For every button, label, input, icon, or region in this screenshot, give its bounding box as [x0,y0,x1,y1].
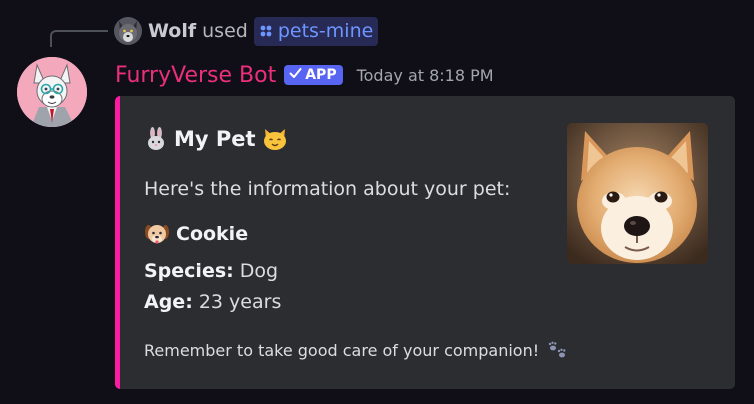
interaction-reference[interactable]: Wolf used pets-mine [114,14,379,48]
age-value: 23 years [198,291,282,313]
check-icon [289,67,302,83]
interaction-user[interactable]: Wolf [148,20,196,42]
app-badge: APP [284,65,343,85]
message-header: FurryVerse Bot APP Today at 8:18 PM [115,58,494,92]
embed-title-text: My Pet [174,127,256,151]
age-field: Age: 23 years [144,291,281,313]
age-label: Age: [144,291,193,313]
paw-prints-emoji [547,340,569,360]
rabbit-face-emoji [144,127,168,151]
footer-text: Remember to take good care of your compa… [144,340,540,360]
pet-name-row: Cookie [144,222,248,246]
species-field: Species: Dog [144,260,278,282]
pet-thumbnail-image[interactable] [567,123,708,264]
embed-card: My Pet Here's the information about your… [115,96,735,389]
slash-command-icon [259,24,273,38]
pet-name: Cookie [176,223,249,245]
reply-spine [50,30,108,47]
badge-label: APP [305,67,337,83]
chat-message: Wolf used pets-mine FurryVerse Bot APP T… [0,0,754,404]
embed-footer-note: Remember to take good care of your compa… [144,340,569,360]
cat-face-emoji [262,127,288,151]
bot-avatar[interactable] [17,57,87,127]
interaction-verb: used [202,20,248,42]
author-name[interactable]: FurryVerse Bot [115,63,276,88]
embed-title: My Pet [144,127,288,151]
command-name: pets-mine [277,19,374,42]
species-value: Dog [239,260,279,282]
timestamp[interactable]: Today at 8:18 PM [357,66,494,85]
wolf-avatar[interactable] [114,17,142,45]
species-label: Species: [144,260,234,282]
embed-description: Here's the information about your pet: [144,178,511,200]
dog-face-emoji [144,222,170,246]
command-mention[interactable]: pets-mine [253,16,379,46]
